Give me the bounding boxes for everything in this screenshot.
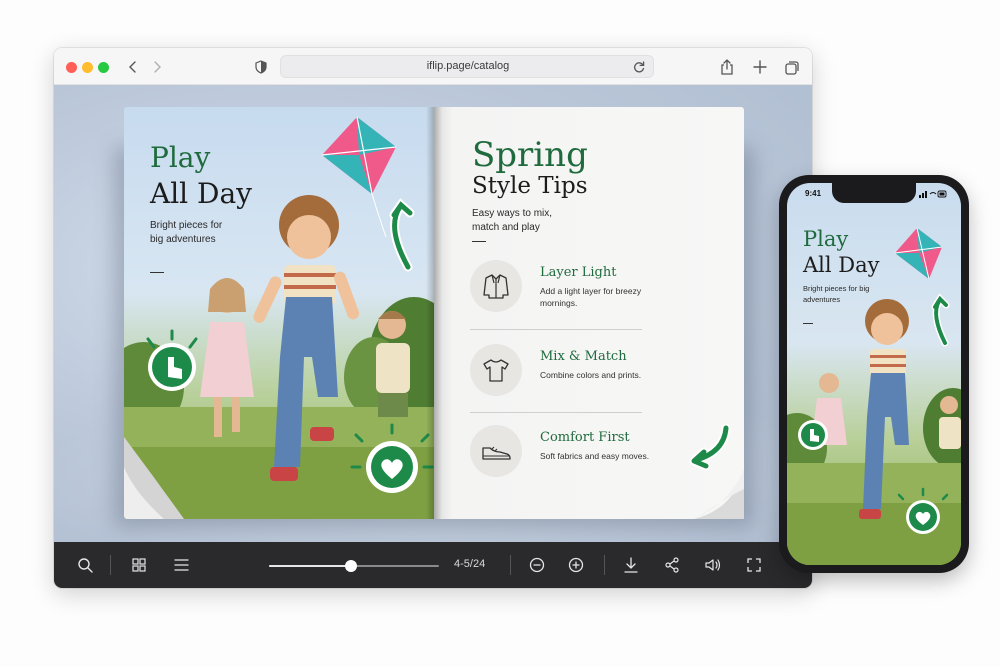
sneaker-icon <box>482 446 511 460</box>
share-icon <box>721 59 733 75</box>
privacy-shield-button[interactable] <box>250 56 272 78</box>
page-indicator: 4-5/24 <box>454 558 486 570</box>
speaker-icon <box>705 559 721 571</box>
tip-icon-circle <box>470 425 522 477</box>
tip-description: Soft fabrics and easy moves. <box>540 451 650 461</box>
phone-screen[interactable]: 9:41 Play All Day Bright pieces for big … <box>787 183 961 565</box>
phone-title-line1: Play <box>803 227 849 251</box>
right-page-title-line2: Style Tips <box>472 173 588 199</box>
sound-button[interactable] <box>700 552 726 578</box>
tip-comfort-first: Comfort First Soft fabrics and easy move… <box>470 422 650 482</box>
tip-description: Add a light layer for breezy mornings. <box>540 286 642 308</box>
share-nodes-icon <box>665 557 679 573</box>
tip-separator <box>470 412 642 413</box>
phone-subtitle: Bright pieces for big adventures <box>803 284 870 304</box>
left-page-title-line2: All Day <box>150 177 252 210</box>
right-page-subtitle: Easy ways to mix, match and play <box>472 208 553 233</box>
page-slider[interactable] <box>269 560 439 572</box>
tip-icon-circle <box>470 260 522 312</box>
fullscreen-icon <box>747 558 761 572</box>
plus-icon <box>753 60 767 74</box>
tabs-icon <box>784 60 799 75</box>
tip-title: Mix & Match <box>540 349 627 364</box>
chevron-left-icon <box>129 61 136 73</box>
url-text: iflip.page/catalog <box>426 60 510 72</box>
left-page-divider <box>150 272 164 273</box>
zoom-out-icon <box>529 557 545 573</box>
table-of-contents-button[interactable] <box>168 552 194 578</box>
tshirt-icon <box>483 359 509 382</box>
right-page-title-line1: Spring <box>472 135 588 175</box>
page-slider-fill <box>269 565 351 567</box>
fullscreen-button[interactable] <box>741 552 767 578</box>
browser-titlebar: iflip.page/catalog <box>54 48 812 85</box>
browser-window: iflip.page/catalog Play All Day Bright p… <box>54 48 812 588</box>
right-page-divider <box>472 241 486 242</box>
download-button[interactable] <box>618 552 644 578</box>
new-tab-button[interactable] <box>749 56 771 78</box>
marketing-stage: iflip.page/catalog Play All Day Bright p… <box>0 0 1000 667</box>
grid-icon <box>132 558 146 572</box>
download-icon <box>624 557 638 573</box>
tip-description: Combine colors and prints. <box>540 370 642 380</box>
page-curl[interactable] <box>684 469 744 519</box>
book-spine <box>426 107 442 519</box>
menu-icon <box>173 559 189 571</box>
share-flipbook-button[interactable] <box>659 552 685 578</box>
viewer-toolbar: 4-5/24 <box>54 542 812 588</box>
tip-separator <box>470 329 642 330</box>
tip-mix-match: Mix & Match Combine colors and prints. <box>470 341 650 401</box>
tip-title: Layer Light <box>540 265 617 280</box>
curved-arrow-sticker <box>689 423 731 471</box>
tip-layer-light: Layer Light Add a light layer for breezy… <box>470 257 650 317</box>
maximize-window-button[interactable] <box>98 62 109 73</box>
page-slider-thumb[interactable] <box>344 560 357 572</box>
toolbar-divider <box>510 555 511 575</box>
phone-status-time: 9:41 <box>805 189 822 198</box>
minimize-window-button[interactable] <box>82 62 93 73</box>
status-icons <box>919 190 947 198</box>
phone-divider <box>803 323 813 324</box>
tab-overview-button[interactable] <box>781 56 803 78</box>
address-bar[interactable]: iflip.page/catalog <box>280 55 654 78</box>
phone-title-line2: All Day <box>803 253 880 277</box>
reload-icon[interactable] <box>631 59 647 75</box>
toolbar-divider <box>604 555 605 575</box>
thumbnails-button[interactable] <box>126 552 152 578</box>
phone-mockup: 9:41 Play All Day Bright pieces for big … <box>779 175 969 573</box>
search-icon <box>78 558 93 573</box>
jacket-icon <box>483 274 509 299</box>
back-button[interactable] <box>122 56 144 78</box>
left-page-title-line1: Play <box>150 141 211 174</box>
forward-button[interactable] <box>146 56 168 78</box>
flipbook-viewer: Play All Day Bright pieces for big adven… <box>54 85 812 542</box>
search-button[interactable] <box>72 552 98 578</box>
tip-icon-circle <box>470 344 522 396</box>
zoom-in-icon <box>568 557 584 573</box>
right-page[interactable]: Spring Style Tips Easy ways to mix, matc… <box>434 107 744 519</box>
tip-title: Comfort First <box>540 430 630 445</box>
left-page-subtitle: Bright pieces for big adventures <box>150 220 223 245</box>
toolbar-divider <box>110 555 111 575</box>
share-button[interactable] <box>716 56 738 78</box>
zoom-in-button[interactable] <box>563 552 589 578</box>
chevron-right-icon <box>154 61 161 73</box>
close-window-button[interactable] <box>66 62 77 73</box>
phone-notch <box>832 183 916 203</box>
zoom-out-button[interactable] <box>524 552 550 578</box>
left-page[interactable]: Play All Day Bright pieces for big adven… <box>124 107 434 519</box>
shield-icon <box>255 60 267 74</box>
